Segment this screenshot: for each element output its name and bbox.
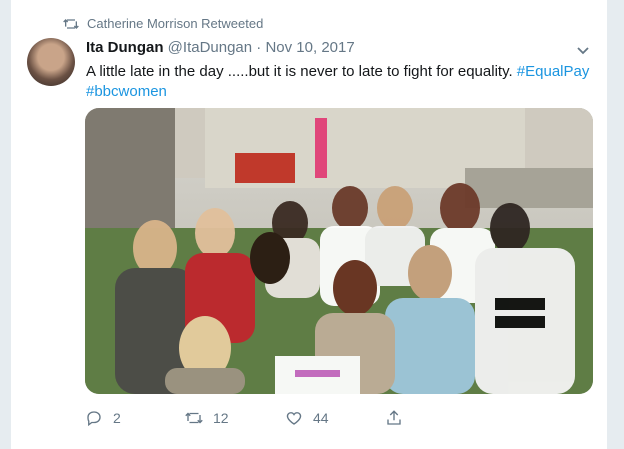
like-count: 44 — [313, 410, 329, 426]
reply-icon — [87, 411, 101, 427]
author-handle[interactable]: @ItaDungan — [168, 39, 252, 56]
chevron-down-icon[interactable] — [575, 42, 591, 58]
heart-icon — [286, 412, 302, 425]
tweet-date[interactable]: Nov 10, 2017 — [265, 39, 354, 56]
tweet-body: A little late in the day .....but it is … — [86, 63, 513, 80]
retweet-icon — [63, 18, 79, 29]
hashtag-equalpay[interactable]: #EqualPay — [517, 63, 590, 80]
reply-count: 2 — [113, 410, 121, 426]
like-button[interactable]: 44 — [285, 409, 385, 427]
author-name[interactable]: Ita Dungan — [86, 39, 164, 56]
tweet-actions: 2 12 44 — [85, 409, 485, 427]
share-button[interactable] — [385, 409, 485, 427]
separator-dot: · — [256, 39, 262, 56]
retweet-context: Catherine Morrison Retweeted — [63, 16, 263, 31]
hashtag-bbcwomen[interactable]: #bbcwomen — [86, 83, 167, 100]
avatar[interactable] — [27, 38, 75, 86]
tweet-text: A little late in the day .....but it is … — [86, 62, 596, 102]
photo-illustration — [85, 108, 593, 394]
reply-button[interactable]: 2 — [85, 409, 185, 427]
share-icon — [387, 410, 401, 425]
retweet-button[interactable]: 12 — [185, 409, 285, 427]
retweet-icon — [185, 412, 203, 424]
retweet-label: Catherine Morrison Retweeted — [87, 16, 264, 31]
tweet-header: Ita Dungan @ItaDungan · Nov 10, 2017 — [86, 39, 355, 56]
tweet-photo[interactable] — [85, 108, 593, 394]
retweet-count: 12 — [213, 410, 229, 426]
tweet-card[interactable]: Catherine Morrison Retweeted Ita Dungan … — [10, 0, 608, 449]
